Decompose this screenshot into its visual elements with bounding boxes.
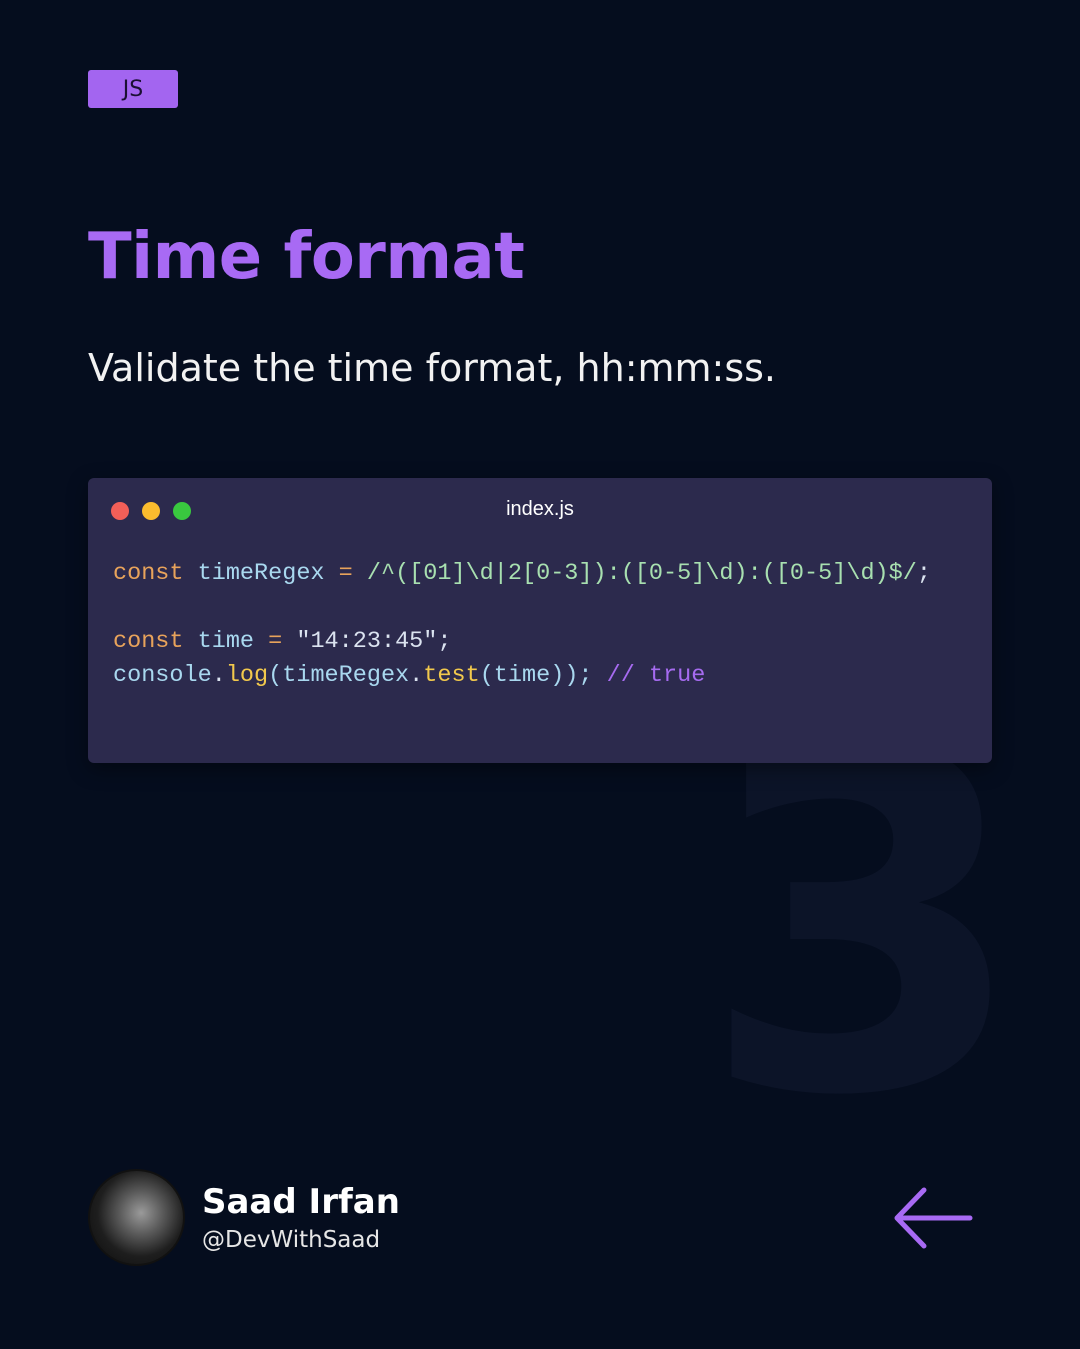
keyword: const — [113, 628, 184, 655]
page-title: Time format — [88, 220, 525, 294]
punct: ; — [437, 628, 452, 655]
comment-result: true — [648, 662, 706, 689]
operator: = — [268, 628, 283, 655]
identifier: console — [113, 662, 212, 689]
code-block: const timeRegex = /^([01]\d|2[0-3]):([0-… — [113, 557, 931, 693]
code-window: index.js const timeRegex = /^([01]\d|2[0… — [88, 478, 992, 763]
string-literal: "14:23:45" — [282, 628, 438, 655]
code-line: const time = "14:23:45"; — [113, 625, 931, 659]
filename: index.js — [506, 498, 574, 520]
avatar — [88, 1169, 185, 1266]
regex-literal: /^([01]\d|2[0-3]):([0-5]\d):([0-5]\d)$/ — [352, 560, 917, 587]
arrow-left-icon[interactable] — [892, 1185, 974, 1251]
punct: ; — [916, 560, 931, 587]
language-badge: JS — [88, 70, 178, 108]
author-handle: @DevWithSaad — [202, 1227, 381, 1253]
punct: . — [409, 662, 424, 689]
identifier: time — [183, 628, 269, 655]
identifier: timeRegex — [183, 560, 339, 587]
function-name: test — [423, 662, 480, 689]
code-line: console.log(timeRegex.test(time)); // tr… — [113, 659, 931, 693]
operator: = — [338, 560, 353, 587]
keyword: const — [113, 560, 184, 587]
subtitle: Validate the time format, hh:mm:ss. — [88, 346, 777, 390]
identifier: (time)); — [479, 662, 593, 689]
identifier: (timeRegex — [268, 662, 410, 689]
author-name: Saad Irfan — [202, 1182, 400, 1222]
punct: . — [211, 662, 226, 689]
code-line: const timeRegex = /^([01]\d|2[0-3]):([0-… — [113, 557, 931, 591]
comment: // — [592, 662, 649, 689]
function-name: log — [225, 662, 269, 689]
